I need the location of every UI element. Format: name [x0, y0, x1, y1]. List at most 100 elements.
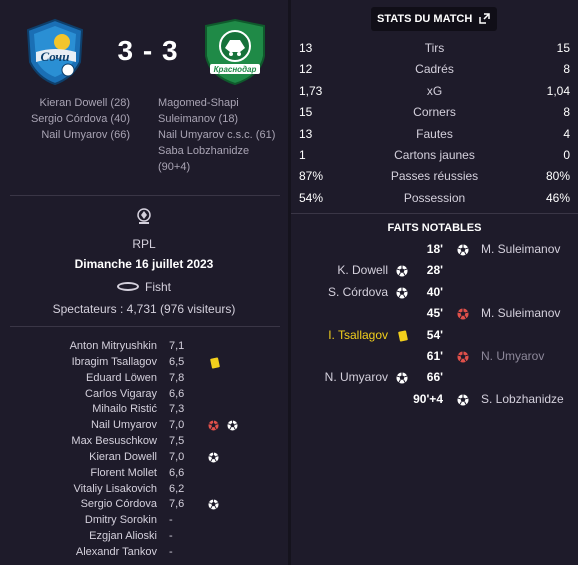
stat-away-value: 46%	[545, 190, 570, 205]
divider	[10, 326, 280, 327]
stat-home-value: 54%	[299, 190, 324, 205]
player-row[interactable]: Max Besuschkow 7,5	[0, 434, 288, 450]
event-player-name[interactable]: N. Umyarov	[325, 367, 388, 388]
events-title: FAITS NOTABLES	[387, 222, 482, 234]
goal-icon-wrap	[208, 499, 219, 510]
stat-label: Corners	[413, 105, 456, 120]
stat-home-value: 13	[299, 41, 313, 55]
stat-label: Tirs	[424, 41, 445, 55]
event-player-name[interactable]: K. Dowell	[337, 260, 388, 281]
away-scorer-line: Saba Lobzhanidze	[158, 145, 250, 157]
player-row[interactable]: Alexandr Tankov -	[0, 545, 288, 561]
stat-row: 13 Tirs 15	[291, 38, 578, 59]
stadium-icon	[116, 282, 139, 292]
event-player-name[interactable]: S. Córdova	[328, 282, 388, 303]
goal-icon	[457, 244, 469, 256]
player-row[interactable]: Florent Mollet 6,6	[0, 466, 288, 482]
player-row[interactable]: Anton Mitryushkin 7,1	[0, 339, 288, 355]
away-scorer-line: Magomed-Shapi	[158, 97, 239, 109]
player-rating: 7,3	[169, 403, 185, 416]
player-name[interactable]: Anton Mitryushkin	[0, 339, 157, 355]
player-name[interactable]: Nail Umyarov	[0, 418, 157, 434]
stat-home-value: 13	[299, 126, 313, 141]
stat-label: Cadrés	[415, 62, 454, 77]
goal-icon	[396, 265, 408, 277]
player-event-icons	[208, 452, 227, 464]
stat-away-value: 8	[563, 105, 570, 120]
player-row[interactable]: Vitaliy Lisakovich 6,2	[0, 482, 288, 498]
event-row: 45' M. Suleimanov	[291, 303, 578, 324]
match-stats-button[interactable]: STATS DU MATCH	[371, 7, 497, 31]
event-row: S. Córdova 40'	[291, 282, 578, 303]
event-row: I. Tsallagov 54'	[291, 325, 578, 346]
player-name[interactable]: Florent Mollet	[0, 466, 157, 482]
player-rating: -	[169, 514, 173, 527]
goal-icon-wrap	[227, 420, 238, 431]
event-player-name[interactable]: N. Umyarov	[481, 346, 544, 367]
player-rating: 7,8	[169, 371, 185, 384]
yellow-card-icon	[398, 329, 408, 342]
event-row: 18' M. Suleimanov	[291, 239, 578, 260]
event-row: 61' N. Umyarov	[291, 346, 578, 367]
player-name[interactable]: Eduard Löwen	[0, 371, 157, 387]
yellow-card-icon	[210, 357, 220, 369]
event-player-name[interactable]: I. Tsallagov	[328, 325, 388, 346]
match-date: Dimanche 16 juillet 2023	[74, 257, 214, 271]
player-event-icons	[208, 420, 246, 432]
stat-row: 15 Corners 8	[291, 102, 578, 123]
venue-name[interactable]: Fisht	[145, 280, 171, 294]
own-goal-icon-wrap	[208, 420, 219, 431]
own-goal-icon	[457, 308, 469, 320]
player-row[interactable]: Ezgjan Alioski -	[0, 529, 288, 545]
event-minute: 45'	[426, 306, 443, 321]
away-scorer-line: (90+4)	[158, 161, 191, 173]
player-name[interactable]: Mihailo Ristić	[0, 402, 157, 418]
home-team-crest[interactable]: Сочи	[22, 18, 88, 86]
player-row[interactable]: Carlos Vigaray 6,6	[0, 387, 288, 403]
player-row[interactable]: Eduard Löwen 7,8	[0, 371, 288, 387]
stat-label: Passes réussies	[390, 169, 479, 184]
event-row: N. Umyarov 66'	[291, 367, 578, 388]
player-row[interactable]: Ibragim Tsallagov 6,5	[0, 355, 288, 371]
goal-icon	[457, 394, 469, 406]
player-row[interactable]: Nail Umyarov 7,0	[0, 418, 288, 434]
goal-icon	[208, 452, 219, 463]
divider	[10, 195, 280, 196]
event-player-name[interactable]: M. Suleimanov	[481, 303, 560, 324]
player-rating: 7,5	[169, 435, 185, 448]
event-player-name[interactable]: S. Lobzhanidze	[481, 389, 564, 410]
player-name[interactable]: Vitaliy Lisakovich	[0, 482, 157, 498]
event-player-name[interactable]: M. Suleimanov	[481, 239, 560, 260]
stat-away-value: 15	[556, 41, 570, 55]
player-rating: 7,1	[169, 340, 185, 352]
goal-icon	[227, 420, 238, 431]
player-rating: 7,6	[169, 498, 185, 511]
away-team-crest[interactable]: Краснодар	[200, 18, 270, 86]
away-scorer-line: Suleimanov (18)	[158, 113, 239, 125]
player-name[interactable]: Sergio Córdova	[0, 497, 157, 513]
away-scorers-list: Magomed-Shapi Suleimanov (18) Nail Umyarov…	[158, 95, 288, 175]
player-name[interactable]: Ezgjan Alioski	[0, 529, 157, 545]
player-name[interactable]: Carlos Vigaray	[0, 387, 157, 403]
player-row[interactable]: Sergio Córdova 7,6	[0, 497, 288, 513]
player-row[interactable]: Dmitry Sorokin -	[0, 513, 288, 529]
home-scorer: Kieran Dowell (28)	[39, 97, 130, 109]
event-minute: 61'	[426, 348, 443, 363]
player-name[interactable]: Kieran Dowell	[0, 450, 157, 466]
player-name[interactable]: Alexandr Tankov	[0, 545, 157, 561]
player-name[interactable]: Max Besuschkow	[0, 434, 157, 450]
player-name[interactable]: Dmitry Sorokin	[0, 513, 157, 529]
stat-home-value: 12	[299, 62, 313, 77]
match-score: 3 - 3	[108, 35, 188, 67]
player-rating: -	[169, 530, 173, 543]
player-rating: 7,0	[169, 450, 185, 463]
event-minute: 54'	[426, 327, 443, 342]
competition-logo-icon[interactable]	[137, 208, 151, 226]
player-row[interactable]: Mihailo Ristić 7,3	[0, 402, 288, 418]
player-row[interactable]: Kieran Dowell 7,0	[0, 450, 288, 466]
event-minute: 90'+4	[413, 391, 443, 406]
stats-table: 13 Tirs 15 12 Cadrés 8 1,73 xG 1,04 15 Corners 8 13 F…	[291, 38, 578, 209]
player-rating: -	[169, 545, 173, 558]
competition-name[interactable]: RPL	[0, 237, 288, 251]
player-name[interactable]: Ibragim Tsallagov	[0, 355, 157, 371]
